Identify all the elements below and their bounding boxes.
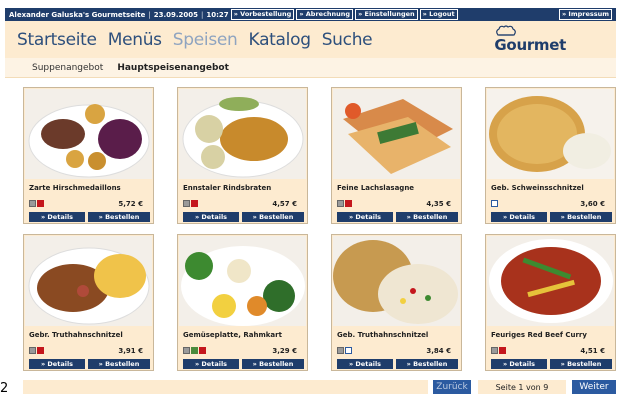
page-indicator: Seite 1 von 9 (478, 380, 566, 394)
link-vorbestellung[interactable]: » Vorbestellung (230, 9, 295, 20)
details-button[interactable]: » Details (491, 212, 547, 222)
dish-icons (491, 347, 506, 354)
details-button[interactable]: » Details (183, 212, 239, 222)
dish-price: 3,91 € (118, 347, 143, 355)
current-date: 23.09.2005 (153, 10, 199, 19)
nav-speisen[interactable]: Speisen (173, 30, 238, 50)
dish-price: 3,60 € (580, 200, 605, 208)
dish-card: Geb. Truthahnschnitzel 3,84 € » Details» B… (331, 234, 462, 371)
order-button[interactable]: » Bestellen (242, 212, 304, 222)
dish-icons (183, 200, 198, 207)
nav-suche[interactable]: Suche (322, 30, 373, 50)
dish-icons (29, 200, 44, 207)
heart-icon (37, 347, 44, 354)
link-einstellungen[interactable]: » Einstellungen (355, 9, 418, 20)
gourmet-logo[interactable]: Gourmet (494, 25, 566, 53)
grey-icon (337, 200, 344, 207)
dish-card: Gebr. Truthahnschnitzel 3,91 € » Details» … (23, 234, 154, 371)
grey-icon (183, 200, 190, 207)
top-bar: Alexander Galuska's Gourmetseite | 23.09… (5, 8, 616, 21)
dish-card: Ennstaler Rindsbraten 4,57 € » Details» Be… (177, 87, 308, 224)
dish-price: 4,51 € (580, 347, 605, 355)
dish-icons (183, 347, 206, 354)
main-nav: Startseite Menüs Speisen Katalog Suche (17, 30, 373, 50)
dish-name[interactable]: Ennstaler Rindsbraten (183, 184, 271, 192)
dish-photo[interactable] (333, 89, 460, 179)
details-button[interactable]: » Details (183, 359, 239, 369)
nav-katalog[interactable]: Katalog (249, 30, 311, 50)
dish-card: Zarte Hirschmedaillons 5,72 € » Details» B… (23, 87, 154, 224)
details-button[interactable]: » Details (491, 359, 547, 369)
dish-name[interactable]: Gebr. Truthahnschnitzel (29, 331, 123, 339)
order-button[interactable]: » Bestellen (396, 212, 458, 222)
dish-photo[interactable] (179, 89, 306, 179)
prev-page-button[interactable]: Zurück (433, 380, 471, 394)
link-abrechnung[interactable]: » Abrechnung (296, 9, 354, 20)
order-button[interactable]: » Bestellen (242, 359, 304, 369)
details-button[interactable]: » Details (29, 212, 85, 222)
order-button[interactable]: » Bestellen (396, 359, 458, 369)
order-button[interactable]: » Bestellen (88, 359, 150, 369)
footer-bar (23, 380, 428, 394)
dish-icons (491, 200, 498, 207)
dish-name[interactable]: Geb. Truthahnschnitzel (337, 331, 428, 339)
heart-icon (191, 200, 198, 207)
details-button[interactable]: » Details (337, 359, 393, 369)
details-button[interactable]: » Details (29, 359, 85, 369)
dish-name[interactable]: Gemüseplatte, Rahmkart (183, 331, 282, 339)
dish-price: 3,29 € (272, 347, 297, 355)
current-time: 10:27 (206, 10, 229, 19)
dish-name[interactable]: Feine Lachslasagne (337, 184, 414, 192)
grey-icon (491, 347, 498, 354)
blue-icon (345, 347, 352, 354)
sub-nav: Suppenangebot Hauptspeisenangebot (5, 58, 616, 78)
heart-icon (345, 200, 352, 207)
dish-price: 5,72 € (118, 200, 143, 208)
stray-digit: 2 (0, 381, 9, 394)
dish-icons (337, 200, 352, 207)
subnav-suppenangebot[interactable]: Suppenangebot (32, 63, 103, 73)
dish-name[interactable]: Geb. Schweinsschnitzel (491, 184, 584, 192)
order-button[interactable]: » Bestellen (88, 212, 150, 222)
dish-name[interactable]: Feuriges Red Beef Curry (491, 331, 587, 339)
blue-icon (491, 200, 498, 207)
dish-photo[interactable] (179, 236, 306, 326)
order-button[interactable]: » Bestellen (550, 212, 612, 222)
dish-price: 3,84 € (426, 347, 451, 355)
dish-photo[interactable] (487, 89, 614, 179)
order-button[interactable]: » Bestellen (550, 359, 612, 369)
dish-card: Feine Lachslasagne 4,35 € » Details» Beste… (331, 87, 462, 224)
nav-startseite[interactable]: Startseite (17, 30, 97, 50)
subnav-hauptspeisenangebot[interactable]: Hauptspeisenangebot (117, 63, 229, 73)
dish-name[interactable]: Zarte Hirschmedaillons (29, 184, 121, 192)
details-button[interactable]: » Details (337, 212, 393, 222)
dish-card: Geb. Schweinsschnitzel 3,60 € » Details» B… (485, 87, 616, 224)
green-icon (191, 347, 198, 354)
dish-photo[interactable] (487, 236, 614, 326)
dish-icons (29, 347, 44, 354)
logo-text: Gourmet (494, 36, 566, 54)
dish-price: 4,35 € (426, 200, 451, 208)
link-logout[interactable]: » Logout (419, 9, 458, 20)
dish-card: Gemüseplatte, Rahmkart 3,29 € » Details» B… (177, 234, 308, 371)
grey-icon (29, 200, 36, 207)
grey-icon (337, 347, 344, 354)
heart-icon (499, 347, 506, 354)
next-page-button[interactable]: Weiter (572, 380, 616, 394)
grey-icon (29, 347, 36, 354)
dish-icons (337, 347, 352, 354)
header: Startseite Menüs Speisen Katalog Suche G… (5, 21, 616, 58)
dish-photo[interactable] (25, 236, 152, 326)
dish-price: 4,57 € (272, 200, 297, 208)
site-title: Alexander Galuska's Gourmetseite (9, 10, 146, 19)
nav-menues[interactable]: Menüs (108, 30, 162, 50)
dish-card: Feuriges Red Beef Curry 4,51 € » Details» … (485, 234, 616, 371)
dish-photo[interactable] (333, 236, 460, 326)
link-impressum[interactable]: » Impressum (558, 9, 612, 20)
grey-icon (183, 347, 190, 354)
heart-icon (199, 347, 206, 354)
heart-icon (37, 200, 44, 207)
dish-photo[interactable] (25, 89, 152, 179)
